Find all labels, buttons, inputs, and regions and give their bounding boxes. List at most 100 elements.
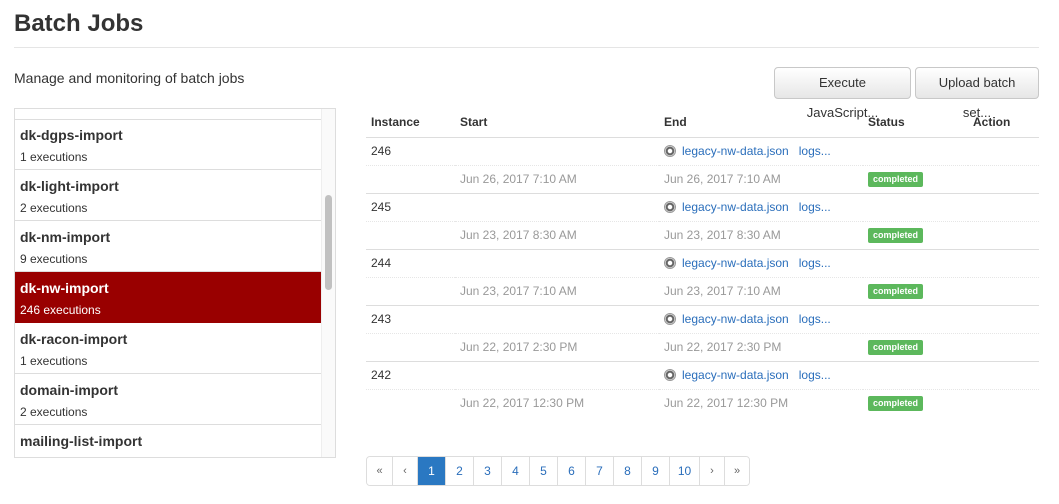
- table-row: 245 legacy-nw-data.json logs...: [366, 192, 1039, 221]
- table-row: 246 legacy-nw-data.json logs...: [366, 136, 1039, 165]
- status-badge: completed: [868, 284, 924, 299]
- table-row: Jun 22, 2017 2:30 PM Jun 22, 2017 2:30 P…: [366, 332, 1039, 361]
- start-cell: Jun 23, 2017 7:10 AM: [455, 276, 659, 305]
- page-button-1[interactable]: 1: [417, 457, 445, 485]
- file-icon: [664, 201, 676, 213]
- file-icon: [664, 145, 676, 157]
- job-name: dk-dgps-import: [20, 127, 123, 143]
- page-button-5[interactable]: 5: [529, 457, 557, 485]
- page-button-3[interactable]: 3: [473, 457, 501, 485]
- status-cell: completed: [863, 332, 968, 361]
- job-name: dk-nw-import: [20, 280, 109, 296]
- job-item-dk-nw-import[interactable]: dk-nw-import 246 executions: [15, 272, 321, 323]
- job-name: dk-light-import: [20, 178, 119, 194]
- end-cell: Jun 23, 2017 7:10 AM: [659, 276, 863, 305]
- table-row: 244 legacy-nw-data.json logs...: [366, 248, 1039, 277]
- table-row: 243 legacy-nw-data.json logs...: [366, 304, 1039, 333]
- job-list: dk-dgps-import 1 executions dk-light-imp…: [14, 108, 336, 458]
- job-execution-count: 246 executions: [20, 303, 101, 317]
- status-badge: completed: [868, 396, 924, 412]
- title-divider: [14, 47, 1039, 48]
- status-cell: completed: [863, 276, 968, 305]
- job-item-domain-import[interactable]: domain-import 2 executions: [15, 374, 321, 425]
- execute-javascript-button[interactable]: Execute JavaScript...: [774, 67, 911, 120]
- page-button-4[interactable]: 4: [501, 457, 529, 485]
- table-header-row: Instance Start End Status Action: [366, 108, 1039, 138]
- start-cell: Jun 23, 2017 8:30 AM: [455, 220, 659, 249]
- job-name: domain-import: [20, 382, 118, 398]
- instance-cell: 246: [366, 136, 455, 165]
- file-icon: [664, 369, 676, 381]
- status-badge: completed: [868, 172, 924, 187]
- instance-cell: 244: [366, 248, 455, 277]
- logs-link[interactable]: logs...: [799, 368, 831, 382]
- job-execution-count: 2 executions: [20, 405, 88, 419]
- next-page-button[interactable]: ›: [699, 457, 724, 485]
- file-link[interactable]: legacy-nw-data.json: [682, 200, 789, 214]
- status-badge: completed: [868, 340, 924, 355]
- job-execution-count: 2 executions: [20, 201, 88, 215]
- job-execution-count: 9 executions: [20, 252, 88, 266]
- logs-link[interactable]: logs...: [799, 256, 831, 270]
- file-link[interactable]: legacy-nw-data.json: [682, 312, 789, 326]
- file-cell: legacy-nw-data.json logs...: [659, 136, 863, 165]
- page-button-10[interactable]: 10: [669, 457, 699, 485]
- instance-cell: 242: [366, 360, 455, 389]
- page-button-9[interactable]: 9: [641, 457, 669, 485]
- page-button-6[interactable]: 6: [557, 457, 585, 485]
- job-name: dk-racon-import: [20, 331, 128, 347]
- pagination: « ‹ 1 2 3 4 5 6 7 8 9 10 › »: [366, 456, 750, 486]
- job-list-scrollbar[interactable]: [321, 109, 335, 457]
- page-button-2[interactable]: 2: [445, 457, 473, 485]
- status-cell: completed: [863, 164, 968, 193]
- logs-link[interactable]: logs...: [799, 144, 831, 158]
- end-cell: Jun 26, 2017 7:10 AM: [659, 164, 863, 193]
- scrollbar-thumb[interactable]: [325, 195, 332, 290]
- start-cell: Jun 26, 2017 7:10 AM: [455, 164, 659, 193]
- file-cell: legacy-nw-data.json logs...: [659, 304, 863, 333]
- column-header-status: Status: [863, 108, 968, 138]
- job-item-dk-racon-import[interactable]: dk-racon-import 1 executions: [15, 323, 321, 374]
- file-link[interactable]: legacy-nw-data.json: [682, 368, 789, 382]
- job-item-mailing-list-import[interactable]: mailing-list-import: [15, 425, 321, 457]
- status-cell: completed: [863, 220, 968, 249]
- page-button-8[interactable]: 8: [613, 457, 641, 485]
- file-cell: legacy-nw-data.json logs...: [659, 192, 863, 221]
- table-row: Jun 23, 2017 8:30 AM Jun 23, 2017 8:30 A…: [366, 220, 1039, 249]
- job-execution-count: 1 executions: [20, 354, 88, 368]
- page-subtitle: Manage and monitoring of batch jobs: [14, 70, 245, 86]
- file-link[interactable]: legacy-nw-data.json: [682, 256, 789, 270]
- executions-table: Instance Start End Status Action 246 leg…: [366, 108, 1039, 417]
- job-item-dk-light-import[interactable]: dk-light-import 2 executions: [15, 170, 321, 221]
- first-page-button[interactable]: «: [367, 457, 392, 485]
- file-link[interactable]: legacy-nw-data.json: [682, 144, 789, 158]
- job-item-dk-nm-import[interactable]: dk-nm-import 9 executions: [15, 221, 321, 272]
- column-header-action: Action: [968, 108, 1039, 138]
- last-page-button[interactable]: »: [724, 457, 749, 485]
- logs-link[interactable]: logs...: [799, 312, 831, 326]
- file-cell: legacy-nw-data.json logs...: [659, 248, 863, 277]
- file-cell: legacy-nw-data.json logs...: [659, 360, 863, 389]
- column-header-end: End: [659, 108, 863, 138]
- job-item-dk-dgps-import[interactable]: dk-dgps-import 1 executions: [15, 119, 321, 170]
- job-name: dk-nm-import: [20, 229, 111, 245]
- logs-link[interactable]: logs...: [799, 200, 831, 214]
- status-badge: completed: [868, 228, 924, 243]
- previous-page-button[interactable]: ‹: [392, 457, 417, 485]
- column-header-instance: Instance: [366, 108, 455, 138]
- table-row: 242 legacy-nw-data.json logs...: [366, 360, 1039, 389]
- start-cell: Jun 22, 2017 12:30 PM: [455, 388, 659, 417]
- status-cell: completed: [863, 388, 968, 417]
- instance-cell: 245: [366, 192, 455, 221]
- column-header-start: Start: [455, 108, 659, 138]
- end-cell: Jun 22, 2017 2:30 PM: [659, 332, 863, 361]
- job-name: mailing-list-import: [20, 433, 143, 449]
- upload-batch-set-button[interactable]: Upload batch set...: [915, 67, 1039, 120]
- table-row: Jun 23, 2017 7:10 AM Jun 23, 2017 7:10 A…: [366, 276, 1039, 305]
- end-cell: Jun 22, 2017 12:30 PM: [659, 388, 863, 417]
- job-execution-count: 1 executions: [20, 150, 88, 164]
- page-button-7[interactable]: 7: [585, 457, 613, 485]
- instance-cell: 243: [366, 304, 455, 333]
- job-list-items: dk-dgps-import 1 executions dk-light-imp…: [15, 119, 321, 457]
- table-row: Jun 22, 2017 12:30 PM Jun 22, 2017 12:30…: [366, 388, 1039, 417]
